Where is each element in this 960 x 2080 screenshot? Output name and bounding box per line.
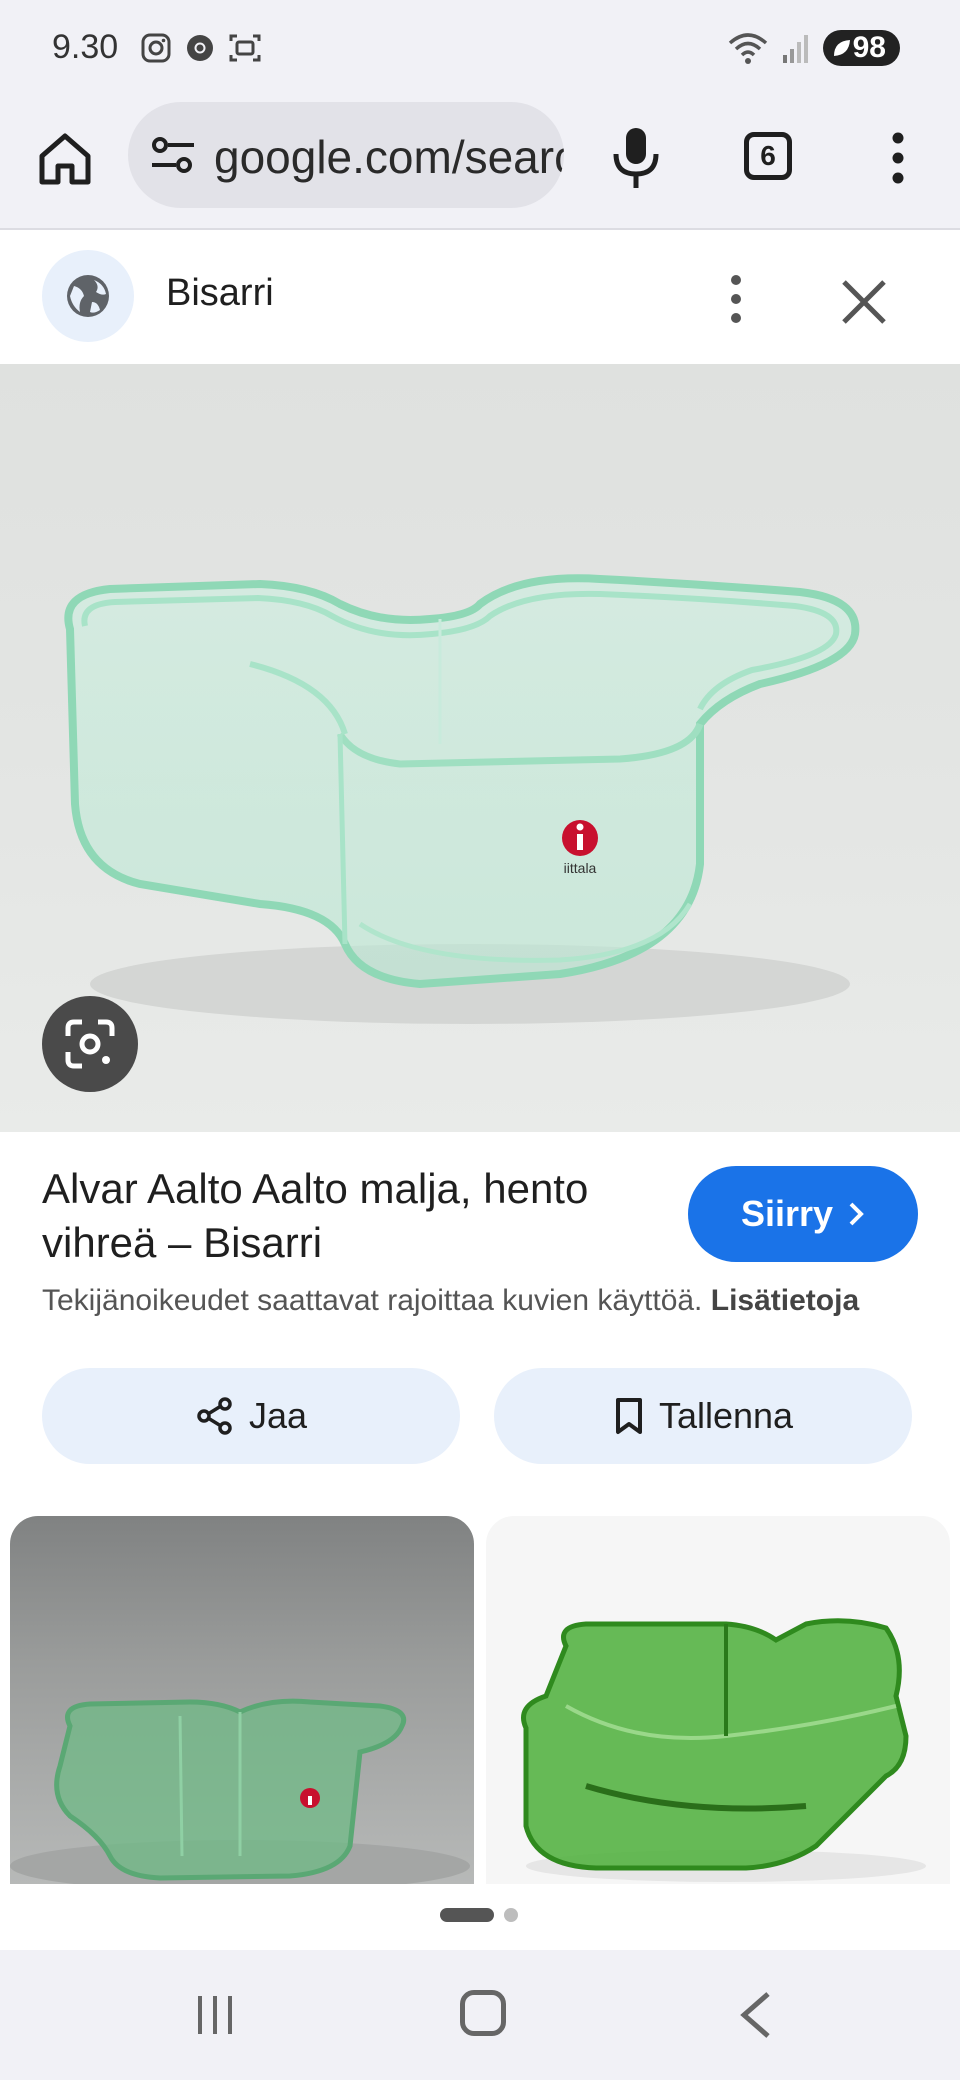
page-indicator bbox=[440, 1908, 518, 1922]
preview-image[interactable]: iittala bbox=[0, 364, 960, 1132]
screen: 9.30 98 google.com/search 6 Bisarri iitt… bbox=[0, 0, 960, 2080]
related-image-2[interactable] bbox=[486, 1516, 950, 1884]
visit-button[interactable]: Siirry bbox=[688, 1166, 918, 1262]
save-button[interactable]: Tallenna bbox=[494, 1368, 912, 1464]
bookmark-icon bbox=[615, 1398, 642, 1434]
green-bowl-image bbox=[521, 1618, 926, 1882]
visit-label: Siirry bbox=[740, 1193, 834, 1234]
url-text: google.com/search bbox=[214, 131, 564, 183]
tune-icon[interactable] bbox=[150, 135, 196, 175]
status-bar: 9.30 98 bbox=[0, 0, 960, 100]
more-vert-icon[interactable] bbox=[716, 274, 756, 324]
back-icon[interactable] bbox=[736, 1990, 776, 2040]
save-label: Tallenna bbox=[658, 1395, 794, 1436]
source-favicon bbox=[42, 250, 134, 342]
tabs-button[interactable]: 6 bbox=[744, 132, 792, 180]
google-lens-icon bbox=[65, 1019, 115, 1069]
battery-indicator: 98 bbox=[822, 30, 900, 66]
share-button[interactable]: Jaa bbox=[42, 1368, 460, 1464]
chrome-icon bbox=[187, 35, 213, 61]
iittala-logo-text: iittala bbox=[564, 860, 597, 876]
status-time: 9.30 bbox=[52, 28, 119, 66]
source-name[interactable]: Bisarri bbox=[166, 272, 274, 315]
result-title: Alvar Aalto Aalto malja, hento vihreä – … bbox=[42, 1165, 589, 1266]
notification-icons bbox=[140, 32, 262, 64]
copyright-text: Tekijänoikeudet saattavat rajoittaa kuvi… bbox=[42, 1284, 703, 1317]
related-image-1[interactable] bbox=[10, 1516, 474, 1884]
home-icon[interactable] bbox=[36, 130, 94, 188]
mic-icon[interactable] bbox=[608, 126, 664, 190]
signal-icon bbox=[782, 35, 808, 63]
screenshot-icon bbox=[229, 34, 261, 62]
system-nav-bar bbox=[0, 1950, 960, 2080]
battery-level: 98 bbox=[852, 31, 886, 64]
close-icon[interactable] bbox=[836, 274, 892, 330]
home-button-icon[interactable] bbox=[460, 1990, 506, 2036]
source-header: Bisarri bbox=[0, 232, 960, 364]
google-lens-button[interactable] bbox=[42, 996, 138, 1092]
copyright-notice: Tekijänoikeudet saattavat rajoittaa kuvi… bbox=[42, 1284, 942, 1318]
share-icon bbox=[197, 1397, 232, 1435]
address-bar[interactable]: google.com/search bbox=[128, 102, 564, 208]
browser-toolbar: google.com/search 6 bbox=[0, 100, 960, 230]
glass-bowl-image: iittala bbox=[64, 574, 860, 1024]
recent-apps-icon[interactable] bbox=[194, 1994, 236, 2036]
instagram-icon bbox=[141, 33, 171, 63]
green-bowl-image bbox=[10, 1698, 470, 1884]
page-dot bbox=[504, 1908, 518, 1922]
page-dot-active bbox=[440, 1908, 494, 1922]
share-label: Jaa bbox=[248, 1395, 308, 1436]
globe-icon bbox=[67, 275, 109, 317]
learn-more-link[interactable]: Lisätietoja bbox=[711, 1284, 859, 1317]
system-icons: 98 bbox=[727, 30, 900, 66]
battery-leaf-icon bbox=[833, 40, 850, 56]
more-vert-icon[interactable] bbox=[878, 132, 918, 184]
chevron-right-icon bbox=[849, 1202, 864, 1226]
wifi-icon bbox=[728, 33, 767, 64]
